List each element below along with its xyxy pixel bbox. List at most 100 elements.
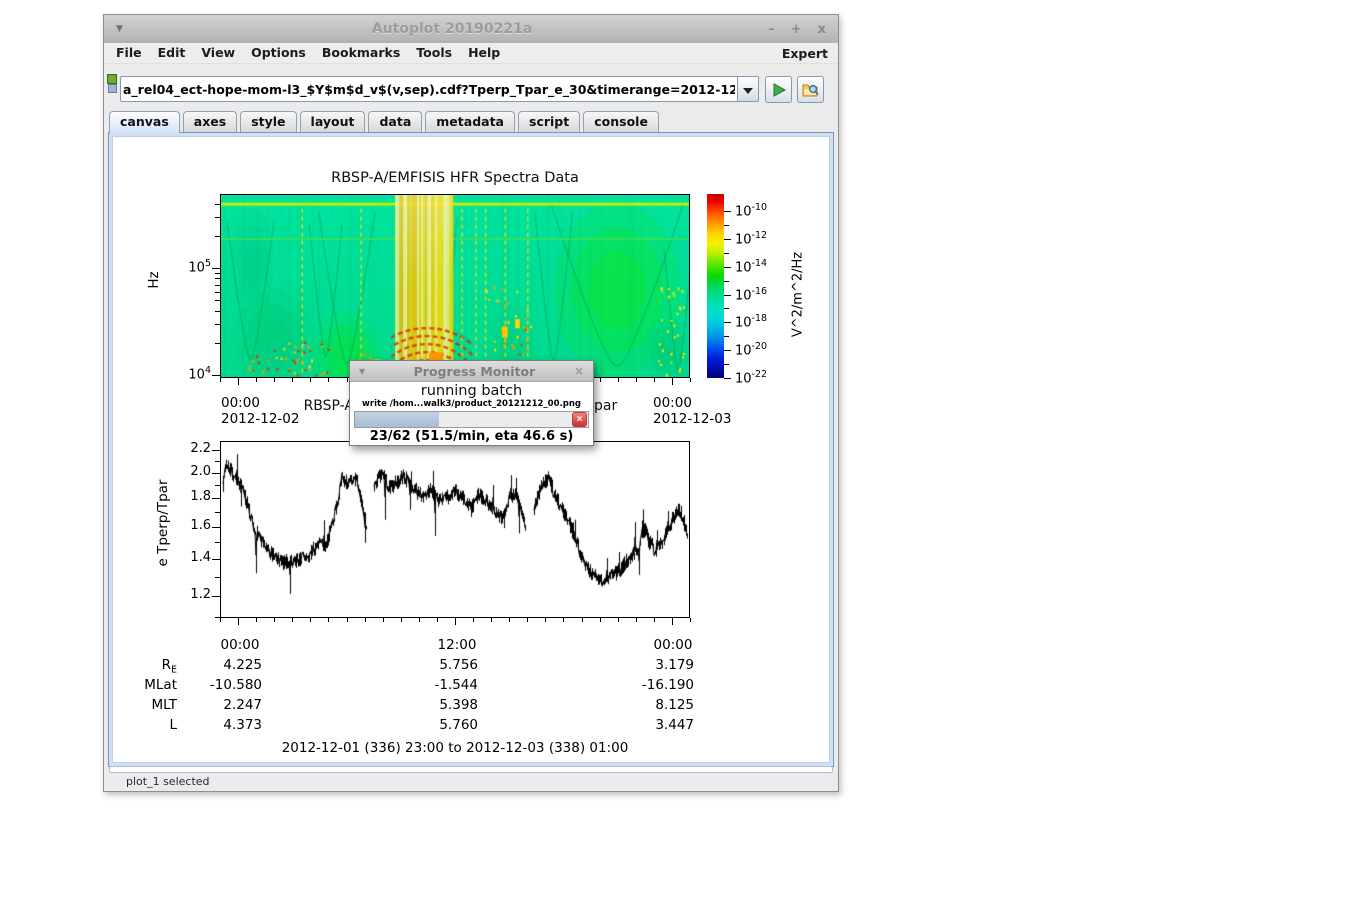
axis-tick (672, 378, 673, 385)
axis-tick (215, 512, 220, 513)
dialog-close-icon[interactable]: × (574, 364, 584, 378)
axis-tick (365, 618, 366, 622)
tab-data[interactable]: data (368, 111, 422, 132)
table-cell: 3.179 (594, 657, 694, 673)
tab-metadata[interactable]: metadata (425, 111, 515, 132)
axis-tick (215, 577, 220, 578)
window-title: Autoplot 20190221a (136, 21, 768, 37)
axis-tick (212, 473, 220, 474)
colorbar-tick: 10-22 (735, 369, 767, 386)
menu-bar: FileEditViewOptionsBookmarksToolsHelp Ex… (104, 43, 838, 64)
progress-count: 23/62 (51.5/min, eta 46.6 s) (350, 429, 593, 444)
plot2-ytick: 2.2 (149, 441, 211, 456)
status-progress-strip (109, 766, 833, 773)
plot2-xtick-label: 12:00 (422, 637, 492, 653)
plot1-ytick: 105 (149, 258, 211, 275)
axis-tick (215, 300, 220, 301)
expert-menu[interactable]: Expert (782, 46, 828, 61)
axis-tick (724, 267, 731, 268)
colorbar-tick: 10-12 (735, 230, 767, 247)
table-cell: 3.447 (594, 717, 694, 733)
progress-task-label: running batch (350, 383, 593, 399)
browse-button[interactable] (797, 76, 824, 103)
datasource-type-icon[interactable] (107, 74, 119, 96)
axis-tick (215, 292, 220, 293)
axis-tick (473, 618, 474, 622)
axis-tick (491, 618, 492, 622)
canvas-tab-panel: RBSP-A/EMFISIS HFR Spectra Data Hz V^2/m… (108, 132, 834, 767)
menu-help[interactable]: Help (460, 43, 508, 63)
axis-tick (724, 308, 729, 309)
axis-tick (401, 618, 402, 622)
axis-tick (690, 378, 691, 382)
menu-bookmarks[interactable]: Bookmarks (314, 43, 408, 63)
axis-tick (636, 378, 637, 382)
title-bar[interactable]: ▼ Autoplot 20190221a – + x (104, 15, 838, 44)
menu-options[interactable]: Options (243, 43, 314, 63)
axis-tick (212, 498, 220, 499)
tab-style[interactable]: style (240, 111, 296, 132)
dialog-title-bar[interactable]: ▼ Progress Monitor × (350, 361, 593, 382)
axis-tick (545, 618, 546, 622)
minimize-button[interactable]: – (768, 22, 775, 37)
axis-tick (724, 295, 731, 296)
tab-script[interactable]: script (518, 111, 580, 132)
axis-tick (724, 211, 731, 212)
dialog-menu-icon[interactable]: ▼ (359, 367, 375, 376)
axis-tick (654, 618, 655, 622)
menu-file[interactable]: File (108, 43, 150, 63)
axis-tick (212, 268, 220, 269)
axis-tick (310, 618, 311, 622)
axis-tick (215, 461, 220, 462)
datasource-blue-square-icon (108, 84, 117, 93)
tab-console[interactable]: console (583, 111, 659, 132)
axis-tick (215, 278, 220, 279)
colorbar (707, 194, 724, 378)
table-cell: -1.544 (378, 677, 478, 693)
plot2-xtick-label: 00:00 (205, 637, 275, 653)
tab-layout[interactable]: layout (300, 111, 366, 132)
axis-tick (215, 343, 220, 344)
plot-canvas[interactable]: RBSP-A/EMFISIS HFR Spectra Data Hz V^2/m… (112, 136, 830, 763)
uri-input[interactable] (120, 76, 738, 102)
axis-tick (310, 378, 311, 382)
stop-button[interactable]: × (572, 412, 587, 427)
uri-dropdown-button[interactable] (737, 76, 759, 102)
axis-tick (274, 378, 275, 382)
axis-tick (455, 618, 456, 625)
axis-tick (215, 542, 220, 543)
table-cell: 4.373 (162, 717, 262, 733)
axis-tick (212, 559, 220, 560)
axis-tick (347, 618, 348, 622)
plot2-xtick-label: 00:00 (638, 637, 708, 653)
tab-axes[interactable]: axes (183, 111, 237, 132)
axis-tick (256, 378, 257, 382)
menu-edit[interactable]: Edit (150, 43, 194, 63)
axis-tick (238, 378, 239, 385)
axis-tick (215, 204, 220, 205)
axis-tick (328, 618, 329, 622)
axis-tick (724, 225, 729, 226)
menu-tools[interactable]: Tools (408, 43, 460, 63)
table-cell: 5.760 (378, 717, 478, 733)
tab-strip: canvasaxesstylelayoutdatametadatascriptc… (109, 111, 833, 132)
maximize-button[interactable]: + (791, 22, 802, 37)
axis-tick (724, 350, 731, 351)
close-button[interactable]: x (818, 22, 826, 37)
axis-tick (212, 596, 220, 597)
table-cell: 5.756 (378, 657, 478, 673)
axis-tick (724, 378, 731, 379)
progress-monitor-dialog[interactable]: ▼ Progress Monitor × running batch write… (349, 360, 594, 446)
tab-canvas[interactable]: canvas (109, 111, 180, 133)
window-menu-icon[interactable]: ▼ (116, 24, 136, 34)
axis-tick (215, 485, 220, 486)
play-icon (771, 82, 787, 98)
menu-view[interactable]: View (193, 43, 243, 63)
axis-tick (618, 378, 619, 382)
go-button[interactable] (765, 76, 792, 103)
plot2-title-fragment-right: par (594, 398, 617, 414)
axis-tick (215, 273, 220, 274)
plot2-frame (220, 441, 690, 618)
axis-tick (292, 618, 293, 622)
axis-tick (654, 378, 655, 382)
